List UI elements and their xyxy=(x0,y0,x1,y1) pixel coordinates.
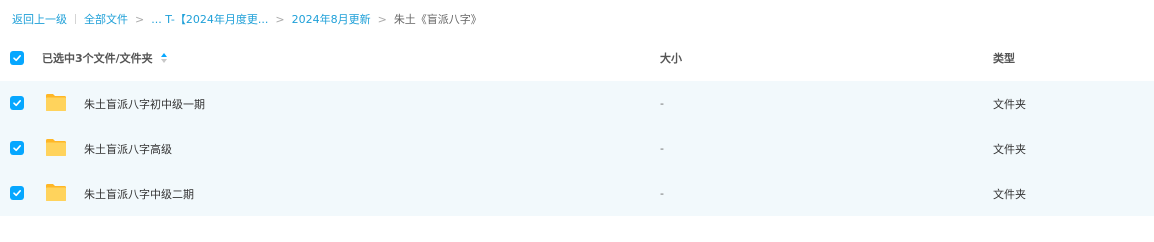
file-type: 文件夹 xyxy=(993,187,1026,201)
breadcrumb-level2[interactable]: 2024年8月更新 xyxy=(292,11,371,27)
size-header-label: 大小 xyxy=(660,52,682,65)
file-list-header: 已选中3个文件/文件夹 大小 类型 xyxy=(0,38,1154,78)
breadcrumb-separator: > xyxy=(377,12,387,26)
check-icon xyxy=(13,55,21,62)
table-row[interactable]: 朱土盲派八字初中级一期 - 文件夹 xyxy=(0,81,1154,126)
type-header-label: 类型 xyxy=(993,52,1015,65)
file-name[interactable]: 朱土盲派八字中级二期 xyxy=(84,186,194,202)
selected-count-label: 已选中3个文件/文件夹 xyxy=(42,52,153,65)
check-icon xyxy=(13,100,21,107)
file-list: 朱土盲派八字初中级一期 - 文件夹 朱土盲派八字高级 - 文件夹 朱土盲派八字中… xyxy=(0,81,1154,216)
file-type: 文件夹 xyxy=(993,142,1026,156)
breadcrumb-separator: > xyxy=(135,12,145,26)
row-checkbox[interactable] xyxy=(10,141,24,155)
breadcrumb-level1[interactable]: ... T-【2024年月度更... xyxy=(151,11,268,27)
file-size: - xyxy=(660,142,664,155)
selected-count-header[interactable]: 已选中3个文件/文件夹 xyxy=(42,38,167,78)
file-size: - xyxy=(660,187,664,200)
sort-icon[interactable] xyxy=(160,53,167,63)
file-size: - xyxy=(660,97,664,110)
row-checkbox[interactable] xyxy=(10,96,24,110)
row-checkbox[interactable] xyxy=(10,186,24,200)
check-icon xyxy=(13,190,21,197)
file-name[interactable]: 朱土盲派八字高级 xyxy=(84,141,172,157)
folder-icon xyxy=(46,184,66,201)
file-type: 文件夹 xyxy=(993,97,1026,111)
breadcrumb: 返回上一级 全部文件 > ... T-【2024年月度更... > 2024年8… xyxy=(12,11,482,27)
check-icon xyxy=(13,145,21,152)
back-link[interactable]: 返回上一级 xyxy=(12,11,67,27)
type-column-header[interactable]: 类型 xyxy=(993,38,1015,78)
breadcrumb-separator: > xyxy=(275,12,285,26)
file-name[interactable]: 朱土盲派八字初中级一期 xyxy=(84,96,205,112)
folder-icon xyxy=(46,139,66,156)
size-column-header[interactable]: 大小 xyxy=(660,38,682,78)
breadcrumb-divider xyxy=(75,14,76,24)
table-row[interactable]: 朱土盲派八字中级二期 - 文件夹 xyxy=(0,171,1154,216)
select-all-checkbox[interactable] xyxy=(10,51,24,65)
folder-icon xyxy=(46,94,66,111)
breadcrumb-current: 朱土《盲派八字》 xyxy=(393,13,482,26)
breadcrumb-all-files[interactable]: 全部文件 xyxy=(84,11,128,27)
table-row[interactable]: 朱土盲派八字高级 - 文件夹 xyxy=(0,126,1154,171)
